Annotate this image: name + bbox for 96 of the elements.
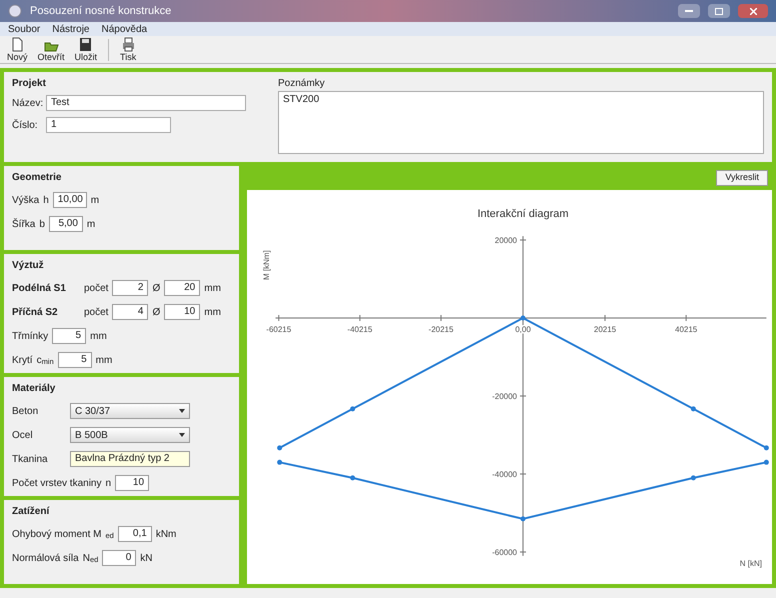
x-tick-label: -60215: [266, 325, 292, 334]
field-label: Šířka: [12, 217, 36, 232]
symbol: ed: [105, 530, 114, 542]
symbol: Ø: [152, 282, 160, 296]
maximize-icon: [715, 8, 723, 14]
number-field[interactable]: 0,1: [118, 526, 152, 542]
notes-label: Poznámky: [278, 77, 326, 91]
data-point: [277, 445, 282, 450]
unit-label: mm: [204, 282, 221, 296]
data-point: [690, 475, 696, 480]
field-label: Třmínky: [12, 330, 48, 344]
field-label: Tkanina: [12, 452, 49, 466]
number-field[interactable]: 5: [58, 352, 92, 368]
section-title: Materiály: [12, 382, 56, 396]
data-point: [690, 406, 696, 412]
section-title: Geometrie: [12, 171, 62, 185]
number-field[interactable]: 2: [112, 280, 148, 296]
number-field[interactable]: 0: [102, 550, 136, 566]
text-field[interactable]: Bavlna Prázdný typ 2: [70, 451, 190, 467]
printer-icon: [120, 37, 136, 52]
data-point: [520, 516, 526, 522]
menu-item[interactable]: Nástroje: [52, 22, 90, 36]
text-field[interactable]: 1: [46, 117, 171, 133]
field-label: Číslo:: [12, 118, 39, 132]
section-title: Projekt: [12, 77, 47, 91]
chart-title: Interakční diagram: [477, 208, 569, 220]
unit-label: mm: [204, 306, 221, 320]
unit-label: m: [86, 218, 96, 232]
field-label: Ocel: [12, 428, 34, 442]
dropdown-arrow-icon: [179, 409, 185, 413]
menu-item[interactable]: Soubor: [8, 22, 40, 36]
number-field[interactable]: 4: [112, 304, 148, 320]
toolbar-button[interactable]: Otevřít: [34, 37, 68, 62]
number-field[interactable]: 20: [164, 280, 200, 296]
x-tick-label: -40215: [347, 325, 372, 334]
data-point: [350, 475, 356, 480]
unit-label: mm: [96, 354, 112, 368]
section-title: Zatížení: [12, 505, 50, 519]
field-label: počet: [84, 282, 108, 296]
field-label: Název:: [12, 96, 42, 110]
field-label: Beton: [12, 404, 40, 418]
menu-item[interactable]: Nápověda: [102, 22, 148, 36]
toolbar-button[interactable]: Tisk: [117, 37, 140, 62]
field-label: Příčná S2: [12, 306, 59, 320]
data-point: [350, 406, 356, 412]
section-title: Výztuž: [12, 259, 45, 273]
number-field[interactable]: 10: [164, 304, 200, 320]
x-tick-label: 40215: [675, 325, 698, 334]
field-label: Podélná S1: [12, 282, 67, 296]
minimize-button[interactable]: [678, 4, 700, 18]
toolbar-button[interactable]: Uložit: [72, 37, 100, 62]
symbol: Ø: [152, 306, 160, 320]
field-label: Krytí: [12, 354, 33, 368]
app-icon: [8, 4, 22, 18]
data-point: [764, 445, 769, 450]
minimize-icon: [685, 10, 693, 12]
number-field[interactable]: 5: [52, 328, 86, 344]
symbol: b: [39, 218, 45, 232]
number-field[interactable]: 5,00: [48, 216, 83, 232]
y-tick-label: -20000: [492, 392, 517, 401]
field-label: Normálová síla: [12, 552, 79, 566]
y-tick-label: 20000: [494, 236, 517, 245]
notes-field[interactable]: STV200: [278, 91, 764, 154]
y-tick-label: -40000: [492, 470, 517, 479]
dropdown[interactable]: B 500B: [70, 427, 190, 443]
unit-label: kNm: [156, 528, 176, 542]
annotation-label: N [kN]: [740, 559, 762, 568]
number-field[interactable]: 10: [115, 475, 150, 491]
window-title: Posouzení nosné konstrukce: [30, 4, 172, 19]
close-icon: [750, 8, 756, 14]
symbol: n: [105, 476, 112, 490]
draw-button[interactable]: Vykreslit: [716, 170, 768, 186]
data-point: [277, 460, 282, 465]
unit-label: mm: [90, 330, 107, 344]
data-point: [764, 460, 769, 465]
dropdown[interactable]: C 30/37: [70, 403, 190, 419]
field-label: Počet vrstev tkaniny: [12, 476, 102, 490]
y-tick-label: -60000: [492, 548, 517, 557]
field-label: Ohybový moment M: [12, 528, 102, 542]
dropdown-arrow-icon: [179, 433, 185, 437]
y-axis-label: M [kNm]: [262, 250, 271, 280]
symbol: N$_{ed}$: [82, 552, 98, 566]
toolbar-button[interactable]: Nový: [4, 37, 31, 62]
data-point: [520, 316, 526, 320]
unit-label: m: [90, 194, 100, 208]
symbol: c$_{min}$: [36, 354, 54, 368]
close-button[interactable]: [738, 4, 768, 18]
x-tick-label: 20215: [594, 325, 616, 334]
maximize-button[interactable]: [708, 4, 730, 18]
field-label: Výška: [12, 194, 40, 208]
field-label: počet: [84, 306, 108, 320]
symbol: h: [43, 194, 49, 208]
text-field[interactable]: Test: [46, 95, 246, 111]
number-field[interactable]: 10,00: [52, 192, 87, 208]
x-tick-label: -20215: [428, 325, 454, 334]
unit-label: kN: [140, 552, 153, 566]
